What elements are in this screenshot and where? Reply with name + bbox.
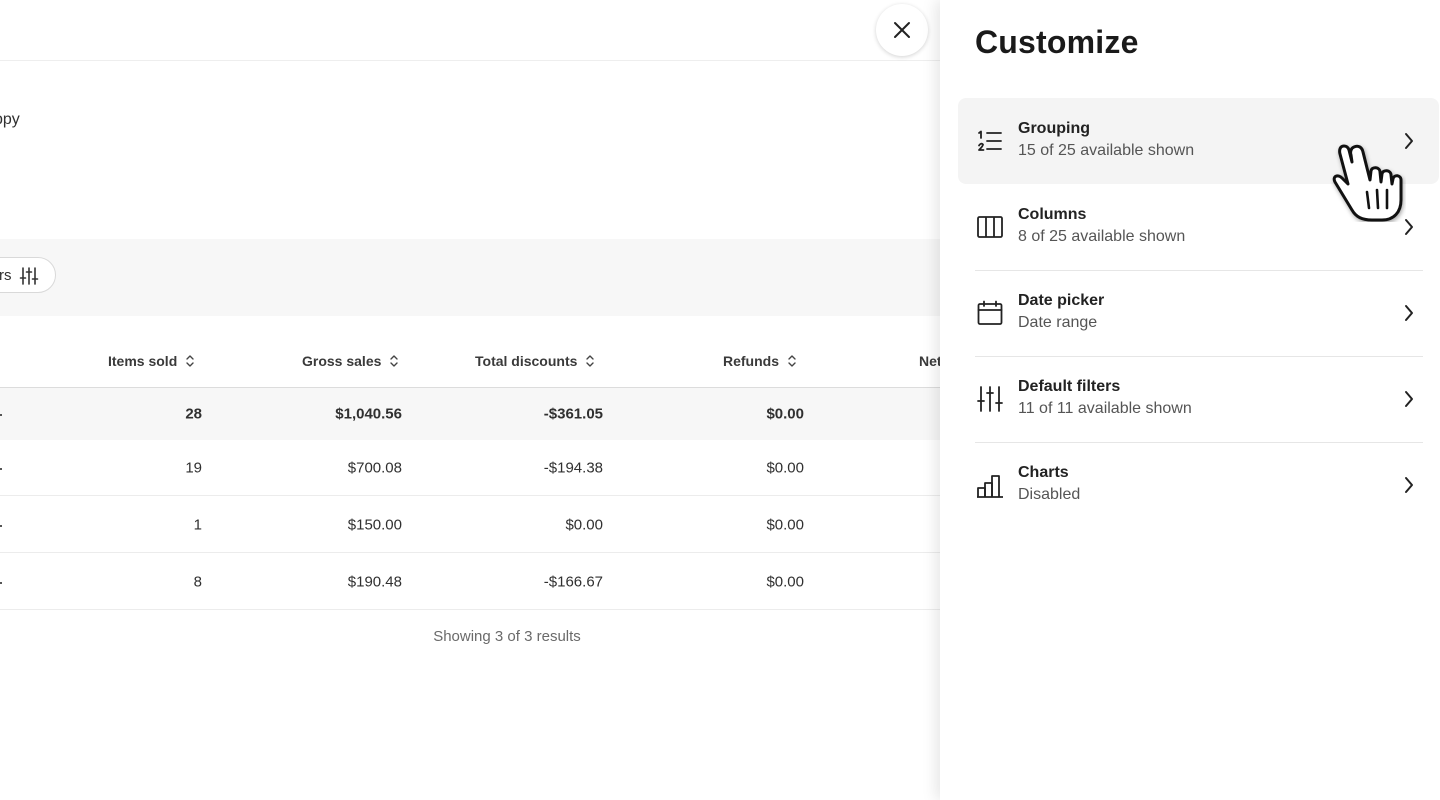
report-page: ppy rs Items sold Gross sales Total disc… [0, 0, 940, 800]
row-divider [0, 609, 940, 610]
customize-panel: Customize Grouping 15 of 25 available sh… [940, 0, 1440, 800]
filters-button[interactable]: rs [0, 257, 56, 293]
table-row: 1 $150.00 $0.00 $0.00 [0, 496, 940, 553]
column-header-label: Gross sales [302, 353, 382, 369]
top-bar [0, 0, 940, 61]
column-header-label: Items sold [108, 353, 178, 369]
option-columns[interactable]: Columns 8 of 25 available shown [958, 184, 1439, 271]
cell-refunds: $0.00 [766, 405, 804, 423]
sort-icon [390, 355, 399, 367]
sort-icon [186, 355, 194, 367]
cell-items-sold: 8 [193, 573, 202, 590]
option-grouping[interactable]: Grouping 15 of 25 available shown [958, 98, 1439, 184]
option-title: Columns [1018, 206, 1087, 223]
option-charts[interactable]: Charts Disabled [958, 442, 1439, 528]
cell-total-discounts: -$194.38 [543, 459, 603, 477]
chevron-right-icon [1405, 305, 1413, 321]
bar-chart-icon [977, 475, 1003, 498]
option-subtitle: 15 of 25 available shown [1018, 142, 1195, 159]
chevron-right-icon [1405, 133, 1413, 149]
row-stub [0, 524, 2, 527]
column-header-total-discounts[interactable]: Total discounts [475, 351, 595, 371]
table-row: 8 $190.48 -$166.67 $0.00 [0, 553, 940, 610]
cell-gross-sales: $700.08 [347, 459, 402, 477]
column-header-net[interactable]: Net [919, 351, 940, 371]
option-default-filters[interactable]: Default filters 11 of 11 available shown [958, 356, 1439, 443]
column-header-refunds[interactable]: Refunds [723, 351, 797, 371]
close-icon [894, 22, 910, 38]
option-subtitle: Date range [1018, 314, 1098, 331]
option-title: Default filters [1018, 378, 1121, 395]
row-stub [0, 414, 2, 416]
report-subtitle-partial: ppy [0, 111, 20, 128]
column-header-items-sold[interactable]: Items sold [108, 351, 195, 371]
filter-bar [0, 239, 940, 316]
table-row-total: 28 $1,040.56 -$361.05 $0.00 [0, 388, 940, 440]
chevron-right-icon [1405, 477, 1413, 493]
option-title: Date picker [1018, 292, 1105, 309]
option-subtitle: Disabled [1018, 486, 1081, 503]
cell-gross-sales: $150.00 [347, 516, 402, 533]
option-subtitle: 11 of 11 available shown [1018, 400, 1192, 417]
row-stub [0, 581, 2, 584]
calendar-icon [977, 300, 1003, 325]
row-stub [0, 468, 2, 470]
option-subtitle: 8 of 25 available shown [1018, 228, 1186, 245]
column-header-gross-sales[interactable]: Gross sales [302, 351, 399, 371]
sliders-icon [977, 386, 1003, 412]
option-date-picker[interactable]: Date picker Date range [958, 270, 1439, 357]
panel-title: Customize [975, 24, 1139, 60]
filters-button-label: rs [0, 267, 12, 284]
option-title: Charts [1018, 464, 1069, 481]
sort-icon [586, 355, 595, 367]
close-button[interactable] [876, 4, 928, 56]
column-header-label: Refunds [723, 353, 779, 369]
cell-total-discounts: -$166.67 [543, 573, 603, 590]
cell-refunds: $0.00 [766, 573, 804, 590]
sliders-icon [19, 267, 39, 285]
columns-icon [977, 216, 1003, 238]
column-header-label: Net [919, 353, 940, 369]
list-numbered-icon [978, 130, 1002, 151]
cell-refunds: $0.00 [766, 516, 804, 533]
chevron-right-icon [1405, 391, 1413, 407]
cell-total-discounts: $0.00 [565, 516, 603, 533]
cell-gross-sales: $190.48 [347, 573, 402, 590]
cell-total-discounts: -$361.05 [543, 405, 603, 423]
cell-items-sold: 28 [185, 405, 202, 423]
option-title: Grouping [1018, 120, 1090, 137]
cell-refunds: $0.00 [766, 459, 804, 477]
table-row: 19 $700.08 -$194.38 $0.00 [0, 440, 940, 496]
column-header-label: Total discounts [475, 353, 578, 369]
sort-icon [788, 355, 796, 367]
cell-items-sold: 1 [193, 516, 202, 533]
results-count: Showing 3 of 3 results [433, 628, 581, 645]
cell-gross-sales: $1,040.56 [335, 405, 402, 423]
chevron-right-icon [1405, 219, 1413, 235]
cell-items-sold: 19 [185, 459, 202, 477]
